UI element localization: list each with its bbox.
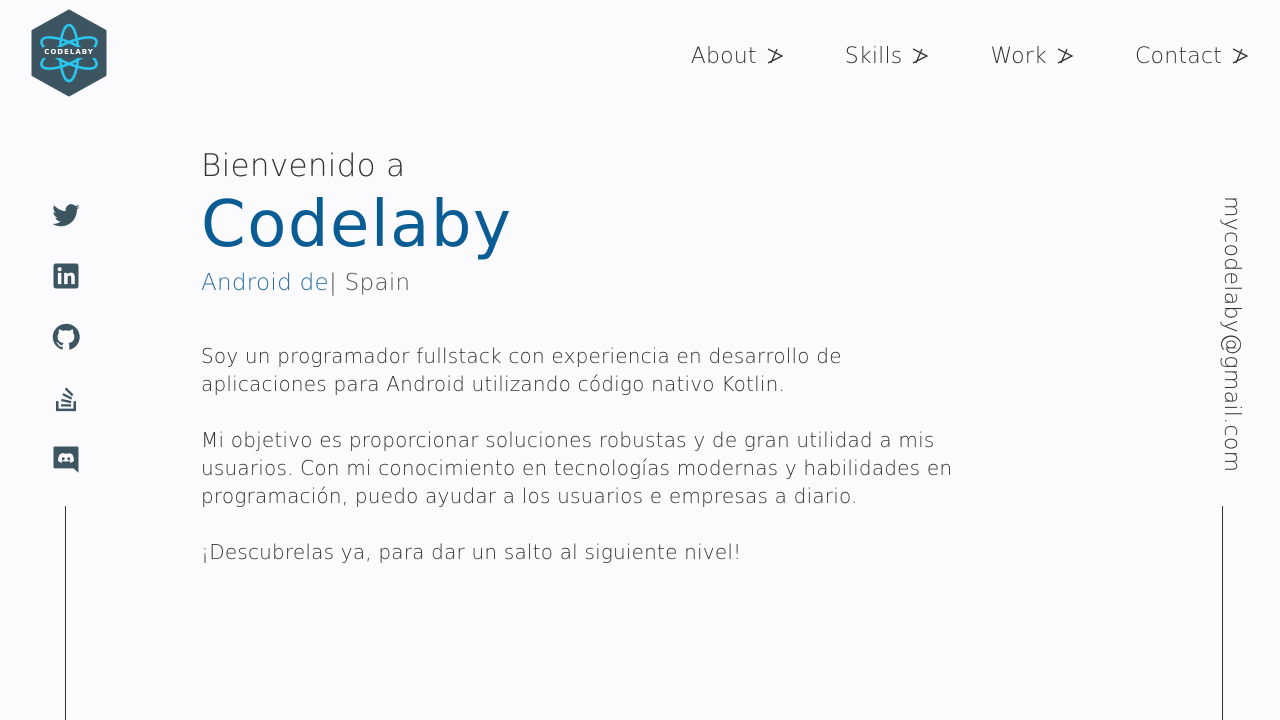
role-location: Spain [337, 270, 411, 296]
brand-title: Codelaby [201, 188, 513, 262]
email-text: mycodelaby@gmail.com [1219, 196, 1244, 473]
nav-contact[interactable]: Contact [1135, 44, 1250, 69]
nav-work[interactable]: Work [990, 44, 1075, 69]
description-paragraph: Mi objetivo es proporcionar soluciones r… [201, 428, 953, 508]
stackoverflow-icon[interactable] [51, 383, 81, 413]
nav-skills[interactable]: Skills [845, 44, 931, 69]
right-divider-line [1222, 506, 1223, 720]
role-typed-text: Android de [201, 270, 329, 296]
arrow-icon [910, 47, 930, 65]
arrow-icon [1055, 47, 1075, 65]
page: CODELABY About Skills Work Contact mycod… [0, 0, 1280, 720]
nav-contact-label: Contact [1135, 43, 1222, 69]
hero-section: Bienvenido a Codelaby Android de| Spain … [201, 146, 961, 594]
main-nav: About Skills Work Contact [691, 40, 1250, 72]
nav-about[interactable]: About [691, 44, 785, 69]
github-icon[interactable] [51, 322, 81, 352]
email-link[interactable]: mycodelaby@gmail.com [1200, 196, 1244, 476]
nav-skills-label: Skills [844, 43, 903, 69]
twitter-icon[interactable] [51, 200, 81, 230]
logo-text: CODELABY [44, 48, 94, 56]
discord-icon[interactable] [51, 444, 81, 474]
arrow-icon [765, 47, 785, 65]
social-links [51, 200, 81, 505]
left-divider-line [65, 506, 66, 720]
description: Soy un programador fullstack con experie… [201, 342, 961, 566]
welcome-heading: Bienvenido a [201, 148, 406, 184]
nav-work-label: Work [990, 43, 1047, 69]
description-paragraph: Soy un programador fullstack con experie… [201, 344, 842, 396]
role-line: Android de| Spain [201, 266, 961, 300]
typing-cursor: | [328, 270, 338, 296]
description-paragraph: ¡Descubrelas ya, para dar un salto al si… [201, 540, 742, 564]
arrow-icon [1230, 47, 1250, 65]
logo[interactable]: CODELABY [29, 9, 109, 97]
nav-about-label: About [690, 43, 757, 69]
linkedin-icon[interactable] [51, 261, 81, 291]
